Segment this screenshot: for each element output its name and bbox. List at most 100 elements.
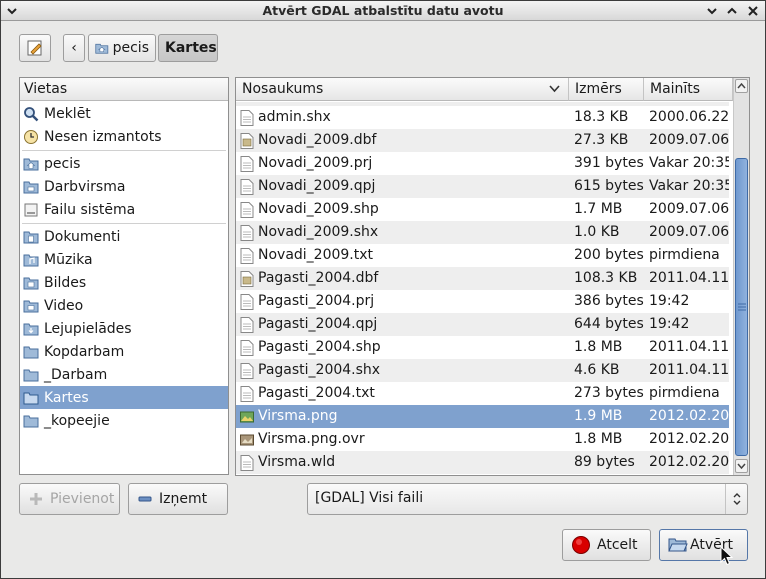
place-desktop[interactable]: Darbvirsma	[20, 175, 228, 198]
file-icon	[240, 156, 254, 172]
place-recent[interactable]: Nesen izmantots	[20, 125, 228, 148]
file-modified: 2011.04.11.	[649, 362, 729, 378]
folder-icon	[23, 254, 39, 266]
folder-icon	[23, 346, 39, 358]
file-size: 1.9 MB	[574, 408, 623, 424]
place-downloads[interactable]: Lejupielādes	[20, 317, 228, 340]
table-row[interactable]: Novadi_2009.shp 1.7 MB 2009.07.06.	[236, 198, 729, 221]
close-button[interactable]	[745, 3, 761, 19]
up-down-chevron-icon	[733, 493, 740, 505]
column-header-label: Nosaukums	[242, 81, 324, 97]
file-size: 1.7 MB	[574, 201, 623, 217]
file-icon	[240, 363, 254, 379]
place-kopeejie[interactable]: _kopeejie	[20, 409, 228, 432]
file-modified: 2009.07.06.	[649, 132, 729, 148]
table-row[interactable]: Pagasti_2004.qpj 644 bytes 19:42	[236, 313, 729, 336]
clock-icon	[24, 129, 38, 144]
add-bookmark-button[interactable]: Pievienot	[19, 483, 120, 515]
place-search[interactable]: Meklēt	[20, 102, 228, 125]
path-segment-home[interactable]: pecis	[88, 34, 156, 62]
column-header-name[interactable]: Nosaukums	[236, 78, 569, 101]
drive-icon	[24, 203, 38, 216]
place-label: Lejupielādes	[44, 320, 132, 337]
file-icon	[240, 179, 254, 195]
place-pictures[interactable]: Bildes	[20, 271, 228, 294]
table-row-selected[interactable]: Virsma.png 1.9 MB 2012.02.20.	[236, 405, 729, 428]
column-header-label: Izmērs	[575, 81, 622, 97]
cancel-button[interactable]: Atcelt	[562, 529, 651, 561]
table-row[interactable]: Novadi_2009.shx 1.0 KB 2009.07.06.	[236, 221, 729, 244]
file-modified: 2009.07.06.	[649, 201, 729, 217]
chevron-up-icon	[727, 7, 737, 14]
file-size: 644 bytes	[574, 316, 644, 332]
file-list-scrollbar[interactable]	[733, 78, 749, 475]
place-label: pecis	[44, 155, 81, 172]
open-button[interactable]: Atvērt	[659, 529, 748, 561]
file-name: Pagasti_2004.shx	[258, 362, 381, 378]
file-icon	[240, 455, 254, 471]
file-name: Pagasti_2004.shp	[258, 339, 381, 355]
combo-arrow	[725, 484, 747, 514]
table-row[interactable]: Virsma.png.ovr 1.8 MB 2012.02.20.	[236, 428, 729, 451]
file-size: 273 bytes	[574, 385, 644, 401]
file-icon	[240, 317, 254, 333]
place-music[interactable]: Mūzika	[20, 248, 228, 271]
file-size: 89 bytes	[574, 454, 635, 470]
file-filter-select[interactable]: [GDAL] Visi faili	[307, 483, 748, 515]
place-label: Mūzika	[44, 251, 93, 268]
table-row[interactable]: Novadi_2009.prj 391 bytes Vakar 20:35	[236, 152, 729, 175]
place-documents[interactable]: Dokumenti	[20, 225, 228, 248]
search-icon	[24, 106, 39, 121]
scroll-up-button[interactable]	[735, 79, 748, 93]
folder-icon	[23, 415, 39, 427]
edit-icon	[27, 40, 42, 56]
file-modified: 19:42	[649, 316, 690, 332]
maximize-button[interactable]	[724, 3, 740, 19]
scroll-down-button[interactable]	[735, 459, 748, 473]
place-label: _kopeejie	[44, 412, 110, 429]
table-row[interactable]: Novadi_2009.dbf 27.3 KB 2009.07.06.	[236, 129, 729, 152]
chevron-down-icon	[707, 8, 717, 15]
table-row[interactable]: Virsma.wld 89 bytes 2012.02.20.	[236, 451, 729, 474]
place-kopdarbam[interactable]: Kopdarbam	[20, 340, 228, 363]
table-row[interactable]: Pagasti_2004.prj 386 bytes 19:42	[236, 290, 729, 313]
table-row[interactable]: admin.shx 18.3 KB 2000.06.22.	[236, 106, 729, 129]
path-segment-current[interactable]: Kartes	[158, 34, 218, 62]
place-videos[interactable]: Video	[20, 294, 228, 317]
minimize-button[interactable]	[704, 3, 720, 19]
remove-bookmark-button[interactable]: Izņemt	[128, 483, 228, 515]
home-folder-icon	[95, 43, 109, 54]
table-row[interactable]: Pagasti_2004.shx 4.6 KB 2011.04.11.	[236, 359, 729, 382]
place-label: Video	[44, 297, 84, 314]
folder-icon	[23, 392, 39, 404]
type-location-button[interactable]	[19, 34, 51, 62]
table-row[interactable]: Novadi_2009.qpj 615 bytes Vakar 20:35	[236, 175, 729, 198]
table-row[interactable]: Pagasti_2004.txt 273 bytes pirmdiena	[236, 382, 729, 405]
table-row[interactable]: Pagasti_2004.dbf 108.3 KB 2011.04.11.	[236, 267, 729, 290]
file-modified: Vakar 20:35	[649, 178, 729, 194]
file-name: Novadi_2009.txt	[258, 247, 374, 263]
scroll-thumb[interactable]	[735, 158, 748, 456]
place-label: Meklēt	[44, 105, 91, 122]
file-name: Pagasti_2004.dbf	[258, 270, 379, 286]
table-row[interactable]: Novadi_2009.txt 200 bytes pirmdiena	[236, 244, 729, 267]
path-back-button[interactable]: ‹	[63, 34, 85, 62]
file-size: 1.0 KB	[574, 224, 620, 240]
file-icon	[240, 202, 254, 218]
column-header-size[interactable]: Izmērs	[569, 78, 644, 101]
place-darbam[interactable]: _Darbam	[20, 363, 228, 386]
file-name: Novadi_2009.qpj	[258, 178, 376, 194]
place-filesystem[interactable]: Failu sistēma	[20, 198, 228, 221]
place-label: Nesen izmantots	[44, 128, 162, 145]
table-row[interactable]: Pagasti_2004.shp 1.8 MB 2011.04.11.	[236, 336, 729, 359]
file-filter-value: [GDAL] Visi faili	[315, 490, 424, 506]
place-label: Kartes	[44, 389, 89, 406]
place-kartes[interactable]: Kartes	[20, 386, 228, 409]
mouse-cursor-icon	[720, 546, 733, 566]
file-name: Virsma.wld	[258, 454, 336, 470]
column-header-modified[interactable]: Mainīts	[644, 78, 733, 101]
file-icon	[240, 225, 254, 241]
place-home[interactable]: pecis	[20, 152, 228, 175]
file-icon	[240, 386, 254, 402]
button-label: Atcelt	[597, 537, 638, 553]
